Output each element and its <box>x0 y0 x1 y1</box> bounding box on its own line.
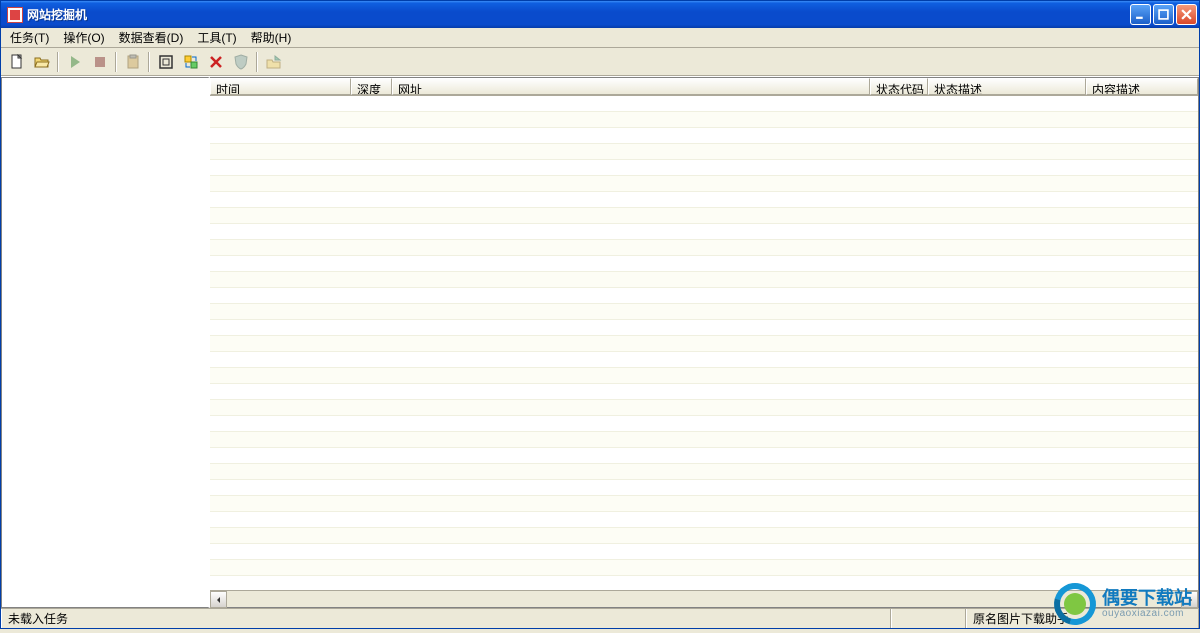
table-row <box>210 512 1198 528</box>
table-row <box>210 464 1198 480</box>
app-window: 网站挖掘机 任务(T) 操作(O) 数据查看(D) 工具(T) 帮助(H) <box>0 0 1200 629</box>
titlebar: 网站挖掘机 <box>1 1 1199 28</box>
close-button[interactable] <box>1176 4 1197 25</box>
table-row <box>210 144 1198 160</box>
grid-body[interactable] <box>210 96 1198 590</box>
scroll-right-button[interactable] <box>1181 591 1198 608</box>
table-row <box>210 240 1198 256</box>
toolbar-separator <box>256 52 258 72</box>
menu-operate[interactable]: 操作(O) <box>56 27 111 48</box>
app-icon <box>7 7 23 23</box>
menubar: 任务(T) 操作(O) 数据查看(D) 工具(T) 帮助(H) <box>1 28 1199 48</box>
clipboard-button[interactable] <box>121 51 144 73</box>
toolbar-separator <box>115 52 117 72</box>
table-row <box>210 112 1198 128</box>
scroll-left-button[interactable] <box>210 591 227 608</box>
maximize-button[interactable] <box>1153 4 1174 25</box>
horizontal-scrollbar[interactable] <box>210 590 1198 607</box>
table-row <box>210 416 1198 432</box>
table-row <box>210 368 1198 384</box>
table-row <box>210 320 1198 336</box>
table-row <box>210 560 1198 576</box>
table-row <box>210 496 1198 512</box>
col-time[interactable]: 时间 <box>210 78 351 95</box>
col-content-desc[interactable]: 内容描述 <box>1086 78 1198 95</box>
col-status-code[interactable]: 状态代码 <box>870 78 928 95</box>
table-row <box>210 528 1198 544</box>
statusbar: 未载入任务 原名图片下载助手 <box>1 608 1199 628</box>
table-row <box>210 480 1198 496</box>
menu-help[interactable]: 帮助(H) <box>244 27 299 48</box>
play-button[interactable] <box>63 51 86 73</box>
table-row <box>210 336 1198 352</box>
table-row <box>210 256 1198 272</box>
col-status-desc[interactable]: 状态描述 <box>928 78 1086 95</box>
client-area: 时间 深度 网址 状态代码 状态描述 内容描述 <box>1 76 1199 608</box>
status-mid <box>891 609 966 628</box>
main-panel: 时间 深度 网址 状态代码 状态描述 内容描述 <box>210 77 1199 608</box>
table-row <box>210 272 1198 288</box>
sidebar-tree[interactable] <box>1 77 210 608</box>
table-row <box>210 576 1198 590</box>
table-row <box>210 448 1198 464</box>
shield-button[interactable] <box>229 51 252 73</box>
table-row <box>210 544 1198 560</box>
stop-button[interactable] <box>88 51 111 73</box>
window-buttons <box>1130 4 1197 25</box>
status-right: 原名图片下载助手 <box>966 609 1199 628</box>
crop-button[interactable] <box>154 51 177 73</box>
menu-dataview[interactable]: 数据查看(D) <box>112 27 191 48</box>
new-button[interactable] <box>5 51 28 73</box>
table-row <box>210 224 1198 240</box>
status-left: 未载入任务 <box>1 609 891 628</box>
export-button[interactable] <box>262 51 285 73</box>
table-row <box>210 432 1198 448</box>
table-row <box>210 160 1198 176</box>
open-button[interactable] <box>30 51 53 73</box>
col-url[interactable]: 网址 <box>392 78 870 95</box>
grid-header: 时间 深度 网址 状态代码 状态描述 内容描述 <box>210 78 1198 96</box>
table-row <box>210 288 1198 304</box>
table-row <box>210 192 1198 208</box>
table-row <box>210 352 1198 368</box>
delete-button[interactable] <box>204 51 227 73</box>
toolbar-separator <box>148 52 150 72</box>
toolbar <box>1 48 1199 76</box>
menu-task[interactable]: 任务(T) <box>3 27 56 48</box>
table-row <box>210 96 1198 112</box>
table-row <box>210 400 1198 416</box>
toolbar-separator <box>57 52 59 72</box>
scroll-track[interactable] <box>227 591 1181 607</box>
table-row <box>210 128 1198 144</box>
col-depth[interactable]: 深度 <box>351 78 392 95</box>
table-row <box>210 384 1198 400</box>
window-title: 网站挖掘机 <box>27 6 1130 23</box>
menu-tools[interactable]: 工具(T) <box>190 27 243 48</box>
swap-button[interactable] <box>179 51 202 73</box>
table-row <box>210 208 1198 224</box>
table-row <box>210 304 1198 320</box>
table-row <box>210 176 1198 192</box>
minimize-button[interactable] <box>1130 4 1151 25</box>
